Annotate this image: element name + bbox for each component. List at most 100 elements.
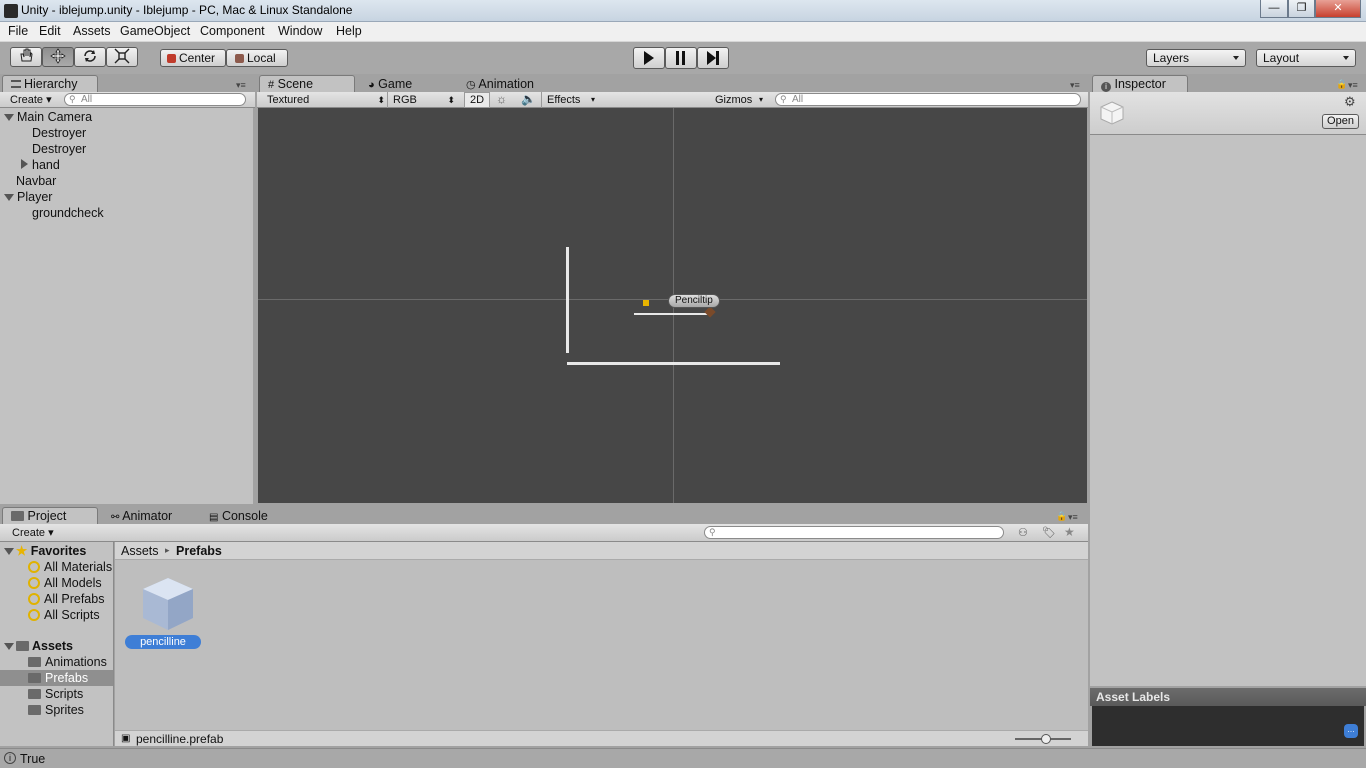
star-icon[interactable]: ★ bbox=[1064, 525, 1075, 539]
tab-project[interactable]: Project bbox=[2, 507, 98, 524]
icon-size-slider-thumb[interactable] bbox=[1041, 734, 1051, 744]
project-create-dropdown[interactable]: Create ▾ bbox=[12, 526, 54, 540]
layers-dropdown-label: Layers bbox=[1153, 51, 1190, 65]
step-button[interactable] bbox=[697, 47, 729, 69]
scene-viewport[interactable]: Penciltip bbox=[258, 108, 1087, 503]
scale-tool-button[interactable] bbox=[106, 47, 138, 67]
menu-gameobject[interactable]: GameObject bbox=[120, 24, 190, 38]
panel-menu-icon[interactable]: ▾≡ bbox=[1348, 80, 1358, 91]
favorite-item[interactable]: All Models bbox=[28, 575, 102, 591]
folder-item-label: Animations bbox=[45, 655, 107, 669]
favorite-item-label: All Models bbox=[44, 576, 102, 590]
hierarchy-item-label: Navbar bbox=[16, 174, 57, 188]
wall-sprite[interactable] bbox=[566, 247, 569, 353]
folder-item[interactable]: Scripts bbox=[28, 686, 83, 702]
lock-icon[interactable]: 🔒 bbox=[1336, 79, 1347, 90]
layers-dropdown[interactable]: Layers bbox=[1146, 49, 1246, 67]
open-button[interactable]: Open bbox=[1322, 114, 1359, 129]
lighting-toggle-button[interactable]: ☼ bbox=[496, 92, 507, 106]
ground-sprite[interactable] bbox=[567, 362, 780, 365]
scene-toolbar: Textured ⬍ RGB ⬍ 2D ☼ 🔈 Effects ▾ Gizmos ▾ ⚲… bbox=[257, 92, 1088, 108]
hierarchy-item[interactable]: Navbar bbox=[16, 173, 56, 189]
favorite-item[interactable]: All Prefabs bbox=[28, 591, 104, 607]
filter-by-label-icon[interactable]: 🏷 bbox=[1042, 526, 1056, 539]
folder-item[interactable]: Animations bbox=[28, 654, 107, 670]
pencil-line-sprite[interactable] bbox=[634, 313, 709, 315]
pause-button[interactable] bbox=[665, 47, 697, 69]
status-message[interactable]: True bbox=[20, 752, 45, 766]
panel-menu-icon[interactable]: ▾≡ bbox=[1068, 512, 1078, 523]
hierarchy-search-placeholder: All bbox=[81, 94, 93, 105]
audio-toggle-button[interactable]: 🔈 bbox=[521, 92, 536, 106]
effects-dropdown[interactable]: Effects ▾ bbox=[547, 93, 595, 107]
render-mode-dropdown[interactable]: Textured ⬍ bbox=[267, 93, 387, 107]
tab-animator[interactable]: ⚯ Animator bbox=[102, 507, 202, 524]
move-tool-button[interactable] bbox=[42, 47, 74, 67]
favorites-node[interactable]: ★ Favorites bbox=[4, 543, 86, 559]
clock-icon: ◷ bbox=[466, 79, 476, 91]
minimize-button[interactable]: — bbox=[1260, 0, 1288, 18]
menu-component[interactable]: Component bbox=[200, 24, 265, 38]
assets-node[interactable]: Assets bbox=[4, 638, 73, 654]
expand-arrow-icon bbox=[4, 114, 14, 121]
tab-inspector[interactable]: i Inspector bbox=[1092, 75, 1188, 92]
tab-game[interactable]: ◕ Game bbox=[359, 75, 455, 92]
lock-icon[interactable]: 🔒 bbox=[1056, 511, 1067, 522]
menu-edit[interactable]: Edit bbox=[39, 24, 61, 38]
tab-hierarchy-label: Hierarchy bbox=[24, 77, 78, 91]
project-search-input[interactable]: ⚲ bbox=[704, 526, 1004, 539]
hierarchy-create-dropdown[interactable]: Create ▾ bbox=[10, 93, 52, 107]
prefab-icon bbox=[1098, 99, 1126, 127]
penciltip-sprite[interactable] bbox=[704, 306, 716, 318]
tab-scene[interactable]: # Scene bbox=[259, 75, 355, 92]
search-icon bbox=[28, 609, 40, 621]
hand-icon bbox=[20, 48, 33, 62]
toggle-2d-button[interactable]: 2D bbox=[464, 92, 490, 108]
create-label: Create bbox=[12, 527, 46, 539]
menu-assets[interactable]: Assets bbox=[73, 24, 111, 38]
folder-item[interactable]: Sprites bbox=[28, 702, 84, 718]
hierarchy-item[interactable]: Destroyer bbox=[32, 141, 86, 157]
maximize-button[interactable]: ❐ bbox=[1288, 0, 1315, 18]
hierarchy-search-input[interactable]: ⚲ All bbox=[64, 93, 246, 106]
label-tag-icon[interactable]: … bbox=[1344, 724, 1358, 738]
panel-menu-icon[interactable]: ▾≡ bbox=[236, 80, 246, 91]
prefab-file-icon: ▣ bbox=[121, 733, 131, 744]
object-name-label[interactable]: Penciltip bbox=[668, 294, 720, 308]
panel-menu-icon[interactable]: ▾≡ bbox=[1070, 80, 1080, 91]
favorite-item[interactable]: All Scripts bbox=[28, 607, 100, 623]
menu-bar: File Edit Assets GameObject Component Wi… bbox=[0, 22, 1366, 42]
asset-labels-area: … bbox=[1092, 706, 1364, 746]
favorite-item[interactable]: All Materials bbox=[28, 559, 112, 575]
tab-hierarchy[interactable]: Hierarchy bbox=[2, 75, 98, 92]
breadcrumb-assets[interactable]: Assets bbox=[121, 544, 159, 558]
hierarchy-item[interactable]: Main Camera bbox=[4, 109, 92, 125]
filter-by-type-icon[interactable]: ⚇ bbox=[1018, 526, 1028, 539]
pivot-mode-button[interactable]: Center bbox=[160, 49, 226, 67]
status-bar: i True bbox=[0, 748, 1366, 768]
play-button[interactable] bbox=[633, 47, 665, 69]
space-mode-button[interactable]: Local bbox=[226, 49, 288, 67]
folder-item-selected[interactable]: Prefabs bbox=[28, 670, 88, 686]
layout-dropdown[interactable]: Layout bbox=[1256, 49, 1356, 67]
asset-item[interactable]: pencilline bbox=[123, 574, 203, 650]
menu-help[interactable]: Help bbox=[336, 24, 362, 38]
rotate-tool-button[interactable] bbox=[74, 47, 106, 67]
scene-search-input[interactable]: ⚲ All bbox=[775, 93, 1081, 106]
tab-console[interactable]: ▤ Console bbox=[200, 507, 300, 524]
hand-tool-button[interactable] bbox=[10, 47, 42, 67]
color-mode-dropdown[interactable]: RGB ⬍ bbox=[393, 93, 457, 107]
gizmos-dropdown[interactable]: Gizmos ▾ bbox=[715, 93, 763, 107]
breadcrumb-prefabs[interactable]: Prefabs bbox=[176, 544, 222, 558]
close-button[interactable]: ✕ bbox=[1315, 0, 1361, 18]
hierarchy-item[interactable]: Player bbox=[4, 189, 52, 205]
hierarchy-item[interactable]: Destroyer bbox=[32, 125, 86, 141]
hierarchy-item[interactable]: groundcheck bbox=[32, 205, 104, 221]
star-icon: ★ bbox=[16, 544, 28, 558]
player-sprite[interactable] bbox=[643, 300, 649, 306]
tab-animation[interactable]: ◷ Animation bbox=[457, 75, 567, 92]
menu-window[interactable]: Window bbox=[278, 24, 322, 38]
gear-icon[interactable]: ⚙ bbox=[1344, 94, 1356, 110]
menu-file[interactable]: File bbox=[8, 24, 28, 38]
hierarchy-item[interactable]: hand bbox=[21, 157, 60, 173]
